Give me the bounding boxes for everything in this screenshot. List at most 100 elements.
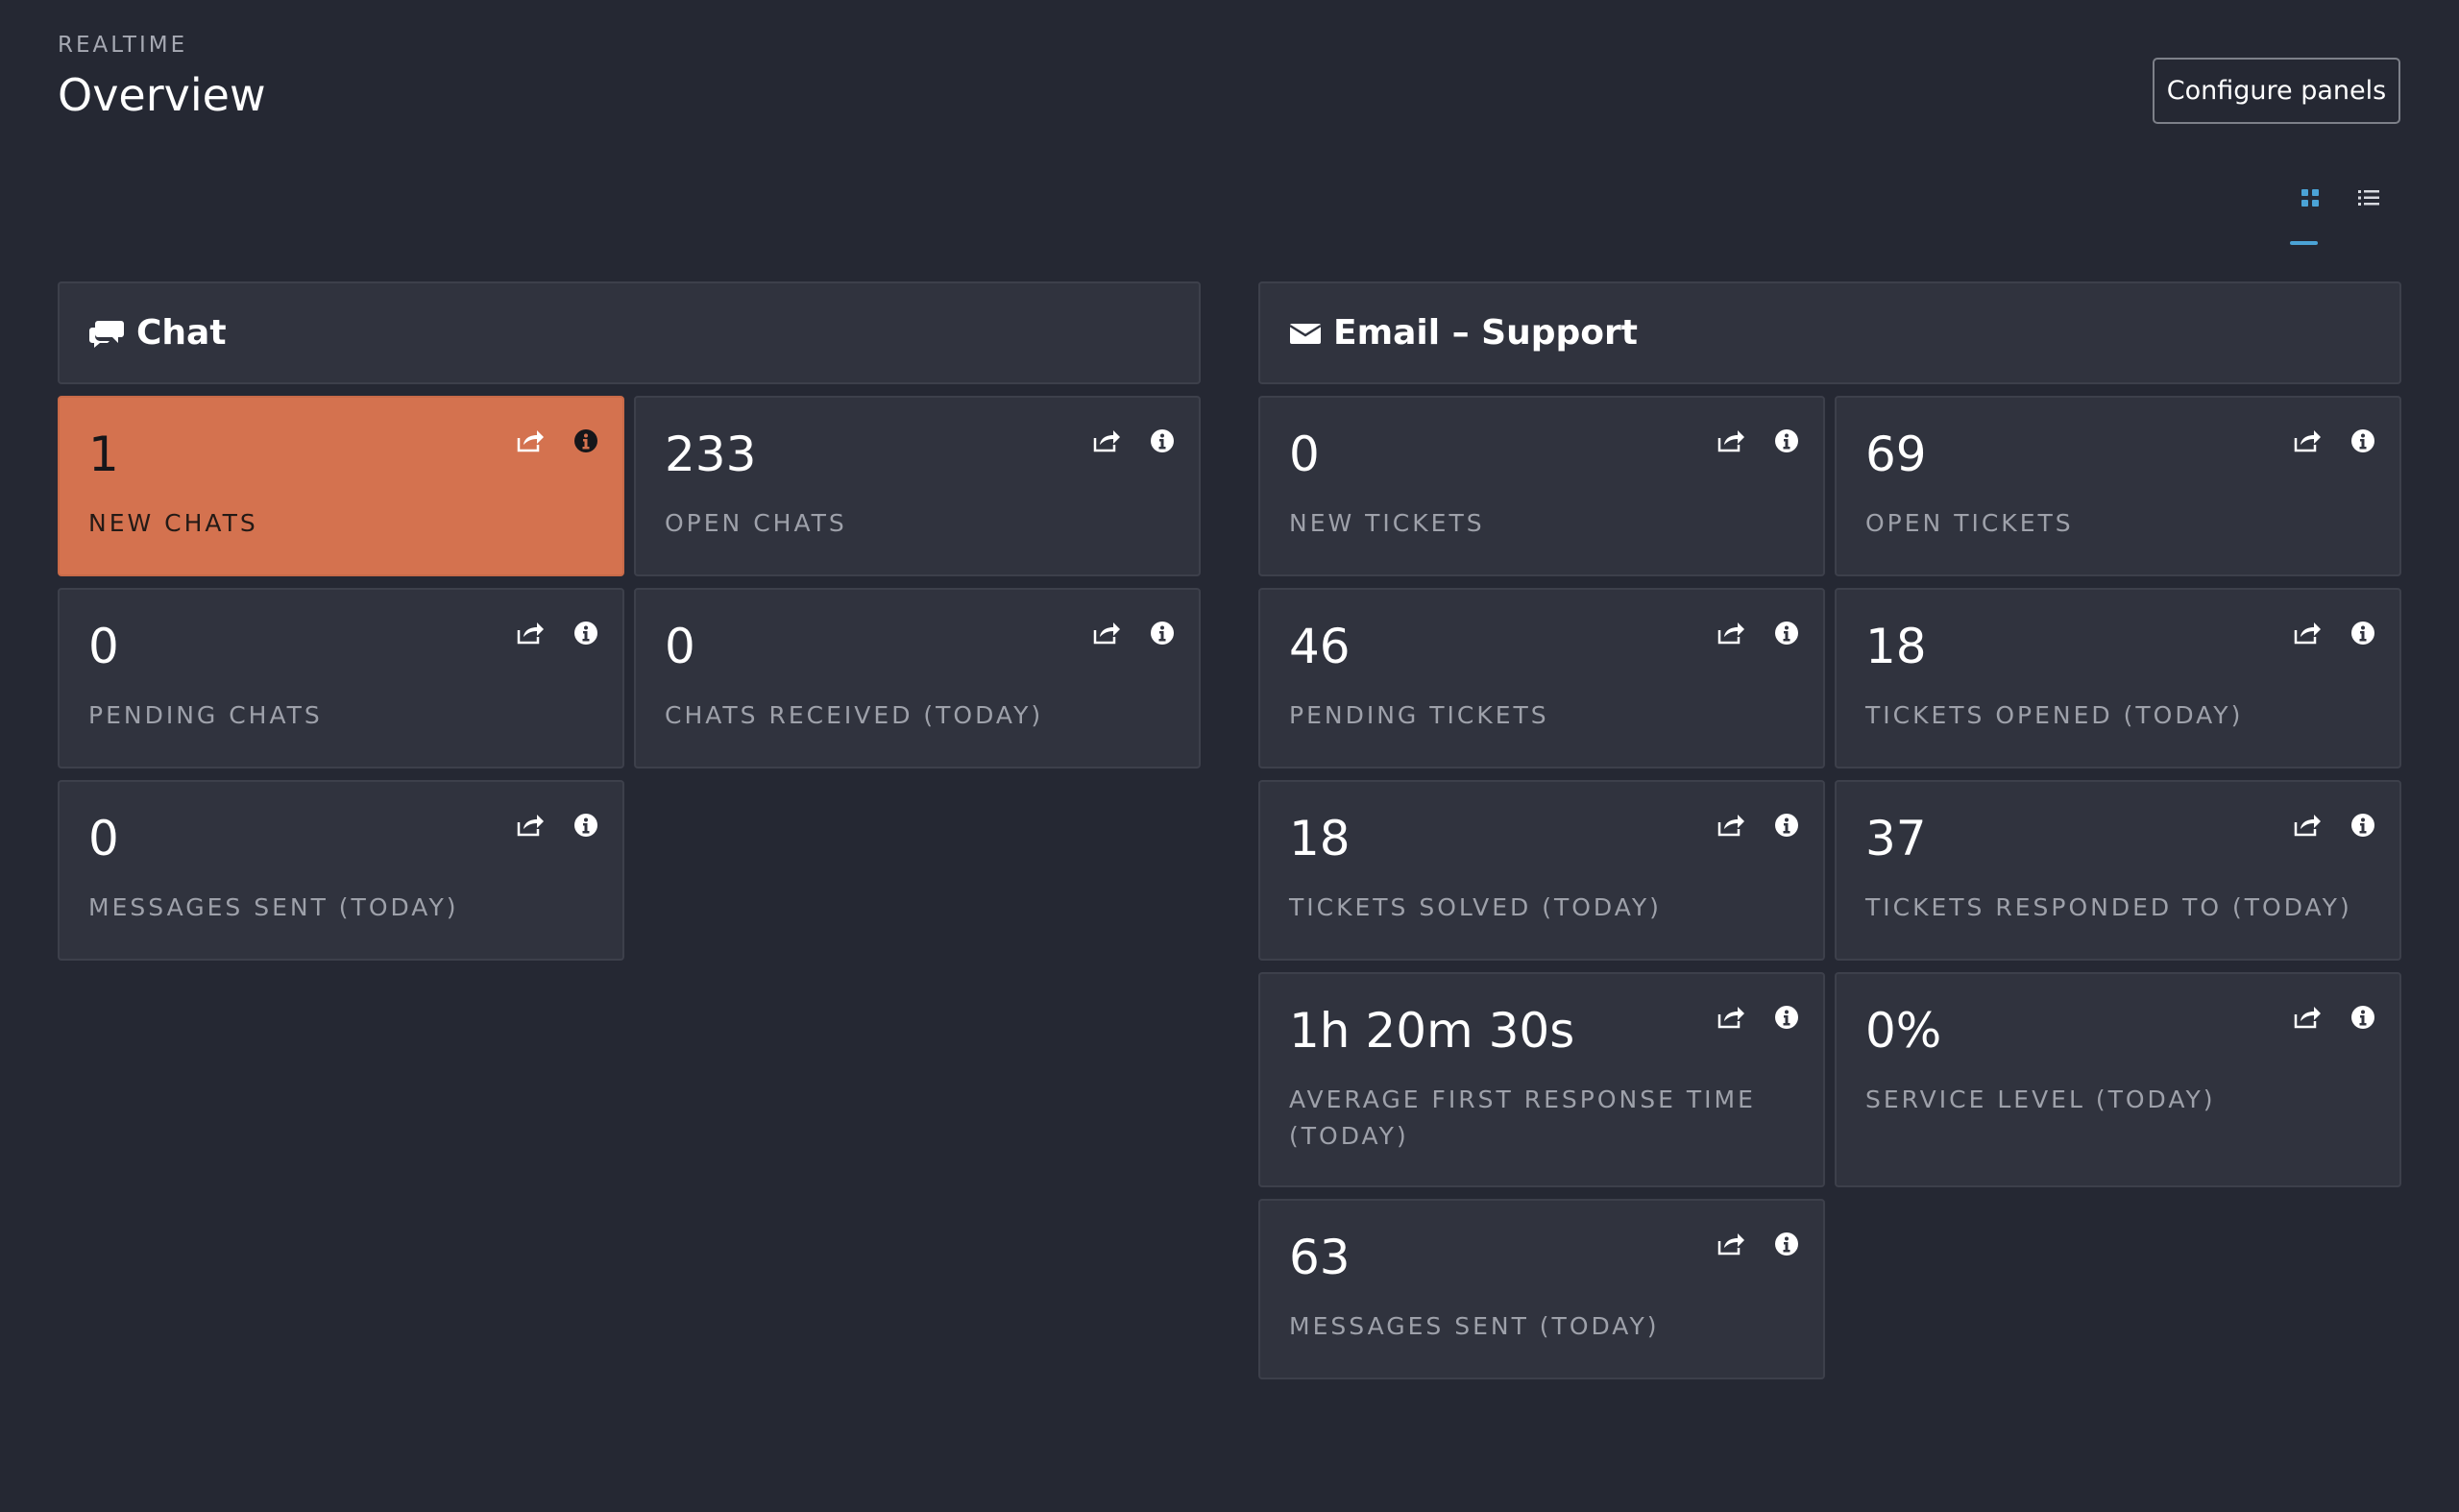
chat-bubbles-icon — [88, 319, 125, 348]
configure-panels-button[interactable]: Configure panels — [2153, 58, 2400, 124]
metric-card-open-tickets[interactable]: 69 OPEN TICKETS — [1835, 396, 2401, 576]
metric-value: 0 — [1289, 427, 1320, 482]
info-icon — [574, 429, 597, 452]
metric-value: 1h 20m 30s — [1289, 1003, 1575, 1059]
share-button[interactable] — [1714, 1000, 1748, 1035]
metric-value: 46 — [1289, 619, 1351, 674]
info-icon — [2351, 429, 2374, 452]
share-icon — [517, 815, 544, 837]
info-icon — [2351, 622, 2374, 645]
info-button[interactable] — [569, 424, 603, 458]
metric-value: 1 — [88, 427, 119, 482]
info-button[interactable] — [1769, 424, 1804, 458]
metric-card-new-chats[interactable]: 1 NEW CHATS — [58, 396, 624, 576]
email-section-header: Email – Support — [1258, 281, 2401, 384]
metric-card-tickets-opened[interactable]: 18 TICKETS OPENED (TODAY) — [1835, 588, 2401, 768]
share-icon — [2294, 430, 2321, 452]
metric-value: 18 — [1289, 811, 1351, 866]
share-icon — [2294, 815, 2321, 837]
share-icon — [517, 430, 544, 452]
info-icon — [2351, 814, 2374, 837]
page-eyebrow: REALTIME — [58, 33, 188, 58]
metric-value: 0% — [1865, 1003, 1942, 1059]
list-icon — [2358, 190, 2379, 206]
info-button[interactable] — [1769, 808, 1804, 842]
metric-value: 37 — [1865, 811, 1927, 866]
metric-label: OPEN CHATS — [665, 509, 847, 537]
share-icon — [1717, 815, 1744, 837]
metric-card-pending-tickets[interactable]: 46 PENDING TICKETS — [1258, 588, 1825, 768]
metric-label: TICKETS RESPONDED TO (TODAY) — [1865, 893, 2352, 921]
metric-value: 233 — [665, 427, 757, 482]
metric-label: PENDING TICKETS — [1289, 701, 1549, 729]
share-button[interactable] — [1714, 1227, 1748, 1261]
metric-label: MESSAGES SENT (TODAY) — [1289, 1312, 1660, 1340]
info-icon — [2351, 1006, 2374, 1029]
info-button[interactable] — [1769, 616, 1804, 650]
info-button[interactable] — [2346, 1000, 2380, 1035]
metric-card-new-tickets[interactable]: 0 NEW TICKETS — [1258, 396, 1825, 576]
share-button[interactable] — [1089, 616, 1124, 650]
info-icon — [1775, 1006, 1798, 1029]
share-button[interactable] — [1714, 808, 1748, 842]
metric-label: TICKETS SOLVED (TODAY) — [1289, 893, 1662, 921]
share-button[interactable] — [2290, 808, 2325, 842]
share-icon — [1093, 430, 1120, 452]
share-button[interactable] — [2290, 424, 2325, 458]
metric-label: AVERAGE FIRST RESPONSE TIME (TODAY) — [1289, 1085, 1756, 1150]
metric-label: CHATS RECEIVED (TODAY) — [665, 701, 1044, 729]
share-icon — [1717, 622, 1744, 645]
info-icon — [574, 622, 597, 645]
info-icon — [1775, 814, 1798, 837]
metric-card-open-chats[interactable]: 233 OPEN CHATS — [634, 396, 1201, 576]
info-button[interactable] — [2346, 424, 2380, 458]
metric-card-chats-received[interactable]: 0 CHATS RECEIVED (TODAY) — [634, 588, 1201, 768]
info-icon — [1775, 429, 1798, 452]
share-icon — [1717, 1007, 1744, 1029]
info-icon — [1775, 622, 1798, 645]
metric-label: PENDING CHATS — [88, 701, 323, 729]
info-button[interactable] — [1145, 616, 1180, 650]
metric-value: 63 — [1289, 1230, 1351, 1285]
info-button[interactable] — [1145, 424, 1180, 458]
info-button[interactable] — [2346, 808, 2380, 842]
share-icon — [1717, 1233, 1744, 1256]
metric-card-chat-messages-sent[interactable]: 0 MESSAGES SENT (TODAY) — [58, 780, 624, 961]
metric-label: TICKETS OPENED (TODAY) — [1865, 701, 2244, 729]
share-icon — [1093, 622, 1120, 645]
info-button[interactable] — [1769, 1000, 1804, 1035]
share-button[interactable] — [513, 424, 548, 458]
share-icon — [1717, 430, 1744, 452]
active-view-indicator — [2290, 241, 2318, 245]
metric-card-service-level[interactable]: 0% SERVICE LEVEL (TODAY) — [1835, 972, 2401, 1187]
metric-card-tickets-solved[interactable]: 18 TICKETS SOLVED (TODAY) — [1258, 780, 1825, 961]
share-button[interactable] — [1089, 424, 1124, 458]
share-button[interactable] — [513, 808, 548, 842]
metric-card-avg-first-response[interactable]: 1h 20m 30s AVERAGE FIRST RESPONSE TIME (… — [1258, 972, 1825, 1187]
share-button[interactable] — [1714, 424, 1748, 458]
info-icon — [1775, 1232, 1798, 1256]
info-button[interactable] — [569, 616, 603, 650]
share-button[interactable] — [2290, 1000, 2325, 1035]
metric-card-email-messages-sent[interactable]: 63 MESSAGES SENT (TODAY) — [1258, 1199, 1825, 1379]
metric-label: MESSAGES SENT (TODAY) — [88, 893, 459, 921]
info-button[interactable] — [2346, 616, 2380, 650]
chat-section-title: Chat — [136, 313, 227, 353]
share-icon — [2294, 1007, 2321, 1029]
info-button[interactable] — [1769, 1227, 1804, 1261]
metric-label: OPEN TICKETS — [1865, 509, 2074, 537]
info-button[interactable] — [569, 808, 603, 842]
share-button[interactable] — [2290, 616, 2325, 650]
list-view-toggle[interactable] — [2349, 183, 2388, 221]
metric-label: NEW TICKETS — [1289, 509, 1485, 537]
grid-icon — [2301, 189, 2319, 207]
grid-view-toggle[interactable] — [2291, 183, 2329, 244]
overview-page: REALTIME Overview Configure panels Chat … — [0, 0, 2459, 1512]
metric-value: 0 — [88, 811, 119, 866]
metric-card-pending-chats[interactable]: 0 PENDING CHATS — [58, 588, 624, 768]
metric-value: 0 — [88, 619, 119, 674]
envelope-icon — [1289, 321, 1322, 346]
share-button[interactable] — [1714, 616, 1748, 650]
share-button[interactable] — [513, 616, 548, 650]
metric-card-tickets-responded[interactable]: 37 TICKETS RESPONDED TO (TODAY) — [1835, 780, 2401, 961]
